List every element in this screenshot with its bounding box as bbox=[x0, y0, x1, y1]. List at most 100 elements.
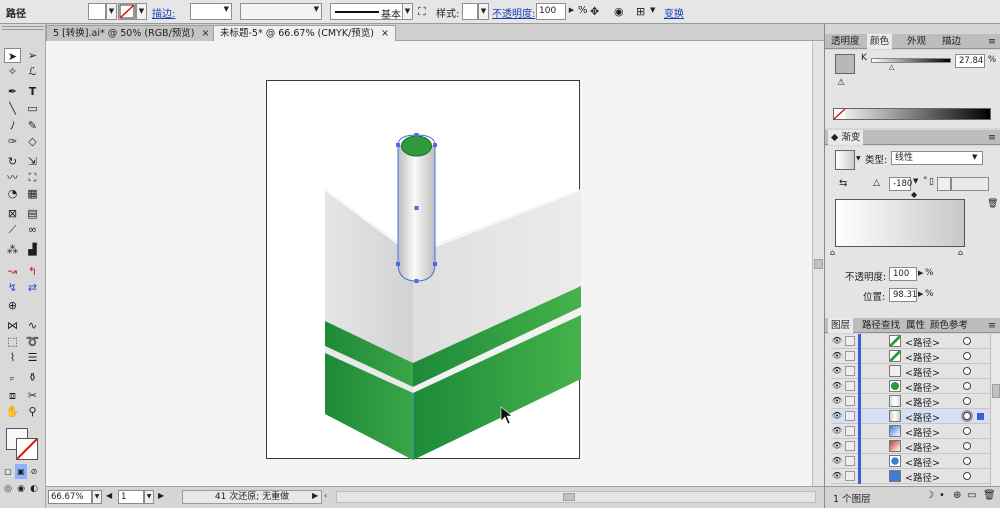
path-split-icon[interactable]: ⇄ bbox=[24, 280, 41, 295]
tab-color[interactable]: 颜色 bbox=[867, 34, 893, 49]
opacity-input[interactable]: 100 bbox=[536, 3, 566, 20]
delete-stop-icon[interactable]: 🗑 bbox=[987, 199, 998, 209]
new-layer-icon[interactable]: ▭ bbox=[967, 490, 976, 501]
lock-toggle[interactable] bbox=[845, 381, 855, 391]
none-mode-icon[interactable]: ⊘ bbox=[28, 464, 40, 479]
document-setup-icon[interactable]: ✥ bbox=[590, 5, 599, 18]
location-dropdown[interactable]: ▶ bbox=[918, 290, 923, 298]
recolor-icon[interactable]: ⛶ bbox=[418, 5, 426, 19]
lock-toggle[interactable] bbox=[845, 336, 855, 346]
artboard-dropdown[interactable]: ▼ bbox=[144, 490, 154, 504]
artboard-icon[interactable]: ⧈ bbox=[4, 388, 21, 403]
anchor-convert-icon[interactable]: ↰ bbox=[24, 264, 41, 279]
measure-icon[interactable]: ⟔ bbox=[4, 370, 21, 385]
lock-toggle[interactable] bbox=[845, 351, 855, 361]
paintbrush-icon[interactable]: ﾉ bbox=[4, 118, 21, 133]
stroke-color-box[interactable] bbox=[16, 438, 38, 460]
layers-scrollbar[interactable] bbox=[990, 334, 1000, 486]
graphic-style-dropdown[interactable]: ▼ bbox=[478, 3, 489, 20]
toolbox-grip[interactable] bbox=[2, 26, 44, 30]
type-dropdown-icon[interactable]: ▼ bbox=[972, 153, 977, 161]
layer-row[interactable]: 👁 <路径> bbox=[831, 469, 1000, 484]
stroke-dropdown[interactable]: ▼ bbox=[136, 3, 147, 20]
angle-input[interactable]: -180 bbox=[889, 177, 912, 191]
lock-toggle[interactable] bbox=[845, 366, 855, 376]
chart-line-icon[interactable]: ⌇ bbox=[4, 350, 21, 365]
stop-opacity-input[interactable]: 100 bbox=[889, 267, 917, 281]
eye-icon[interactable]: 👁 bbox=[831, 425, 843, 437]
pencil-icon[interactable]: ✎ bbox=[24, 118, 41, 133]
stop-opacity-dropdown[interactable]: ▶ bbox=[918, 269, 923, 277]
target-circle[interactable] bbox=[963, 427, 971, 435]
direct-selection-icon[interactable]: ➢ bbox=[24, 48, 41, 63]
gradient-menu-icon[interactable]: ≡ bbox=[985, 130, 999, 145]
recolor-artwork-icon[interactable]: ◉ bbox=[614, 5, 624, 18]
target-circle[interactable] bbox=[963, 382, 971, 390]
tab-stroke[interactable]: 描边 bbox=[939, 34, 964, 49]
layer-row[interactable]: 👁 <路径> bbox=[831, 334, 1000, 349]
layer-row[interactable]: 👁 <路径> bbox=[831, 349, 1000, 364]
gradient-icon[interactable]: ▤ bbox=[24, 206, 41, 221]
free-transform-icon[interactable]: ⛶ bbox=[24, 170, 41, 185]
slice-icon[interactable]: ✂ bbox=[24, 388, 41, 403]
midpoint-diamond[interactable]: ◆ bbox=[911, 190, 917, 199]
target-circle[interactable] bbox=[963, 367, 971, 375]
lock-toggle[interactable] bbox=[845, 456, 855, 466]
zoom-icon[interactable]: ⚲ bbox=[24, 404, 41, 419]
next-artboard-icon[interactable]: ▶ bbox=[158, 491, 164, 500]
tab-attributes[interactable]: 属性 bbox=[903, 318, 928, 333]
tab-layers[interactable]: 图层 bbox=[828, 318, 854, 333]
eye-icon[interactable]: 👁 bbox=[831, 440, 843, 452]
tab-document-1[interactable]: 5 [转换].ai* @ 50% (RGB/预览) × bbox=[46, 25, 217, 41]
mesh-icon[interactable]: ⊠ bbox=[4, 206, 21, 221]
line-icon[interactable]: ╲ bbox=[4, 101, 21, 116]
gradient-type-select[interactable]: 线性 bbox=[891, 151, 983, 165]
blend-icon[interactable]: ∞ bbox=[24, 222, 41, 237]
rotate-icon[interactable]: ↻ bbox=[4, 154, 21, 169]
eyedropper-icon[interactable]: ⟋ bbox=[4, 222, 21, 237]
delete-layer-icon[interactable]: 🗑 bbox=[983, 490, 996, 501]
canvas[interactable] bbox=[46, 41, 812, 486]
layer-row[interactable]: 👁 <路径> bbox=[831, 439, 1000, 454]
perspective-icon[interactable]: ▦ bbox=[24, 186, 41, 201]
create-sublayer-icon[interactable]: ⊕ bbox=[953, 490, 961, 501]
k-value-input[interactable]: 27.84 bbox=[955, 54, 985, 68]
out-of-gamut-icon[interactable]: ⚠ bbox=[837, 78, 845, 88]
live-paint-icon[interactable]: ⚱ bbox=[24, 370, 41, 385]
k-slider-handle[interactable]: △ bbox=[889, 63, 894, 71]
scale-icon[interactable]: ⇲ bbox=[24, 154, 41, 169]
rectangle-icon[interactable]: ▭ bbox=[24, 101, 41, 116]
screen-mode-icon[interactable]: ◐ bbox=[28, 482, 40, 497]
eye-icon[interactable]: 👁 bbox=[831, 350, 843, 362]
crosshair-icon[interactable]: ⊕ bbox=[4, 298, 21, 313]
eye-icon[interactable]: 👁 bbox=[831, 365, 843, 377]
eye-icon[interactable]: 👁 bbox=[831, 410, 843, 422]
path-join-icon[interactable]: ↯ bbox=[4, 280, 21, 295]
opacity-link[interactable]: 不透明度: bbox=[492, 5, 535, 20]
collapse-icon[interactable]: ◆ bbox=[831, 132, 838, 143]
gradient-stop-end[interactable]: ⌂ bbox=[958, 248, 963, 257]
zoom-input[interactable]: 66.67% bbox=[48, 490, 92, 504]
gradient-swatch[interactable] bbox=[835, 150, 855, 170]
eye-icon[interactable]: 👁 bbox=[831, 395, 843, 407]
tab-gradient[interactable]: ◆ 渐变 bbox=[828, 130, 864, 145]
shape-builder-icon[interactable]: ◔ bbox=[4, 186, 21, 201]
layer-row[interactable]: 👁 <路径> bbox=[831, 394, 1000, 409]
tab-pathfinder[interactable]: 路径查找 bbox=[859, 318, 903, 333]
opacity-dropdown[interactable]: ▶ bbox=[566, 3, 577, 20]
target-circle[interactable] bbox=[963, 397, 971, 405]
k-slider[interactable] bbox=[871, 58, 951, 63]
tab-transparency[interactable]: 透明度 bbox=[828, 34, 863, 49]
symbol-sprayer-icon[interactable]: ⁂ bbox=[4, 242, 21, 257]
magic-wand-icon[interactable]: ✧ bbox=[4, 64, 21, 79]
panel-menu-icon[interactable]: ≡ bbox=[985, 34, 999, 49]
eye-icon[interactable]: 👁 bbox=[831, 335, 843, 347]
angle-dropdown[interactable]: ▼ bbox=[913, 177, 918, 185]
stroke-swatch[interactable] bbox=[118, 3, 136, 20]
draw-normal-icon[interactable]: ◎ bbox=[2, 482, 14, 497]
color-fill-swatch[interactable] bbox=[835, 54, 855, 74]
lock-toggle[interactable] bbox=[845, 411, 855, 421]
gradient-slider[interactable] bbox=[835, 199, 965, 247]
eraser-icon[interactable]: ◇ bbox=[24, 134, 41, 149]
lock-toggle[interactable] bbox=[845, 396, 855, 406]
